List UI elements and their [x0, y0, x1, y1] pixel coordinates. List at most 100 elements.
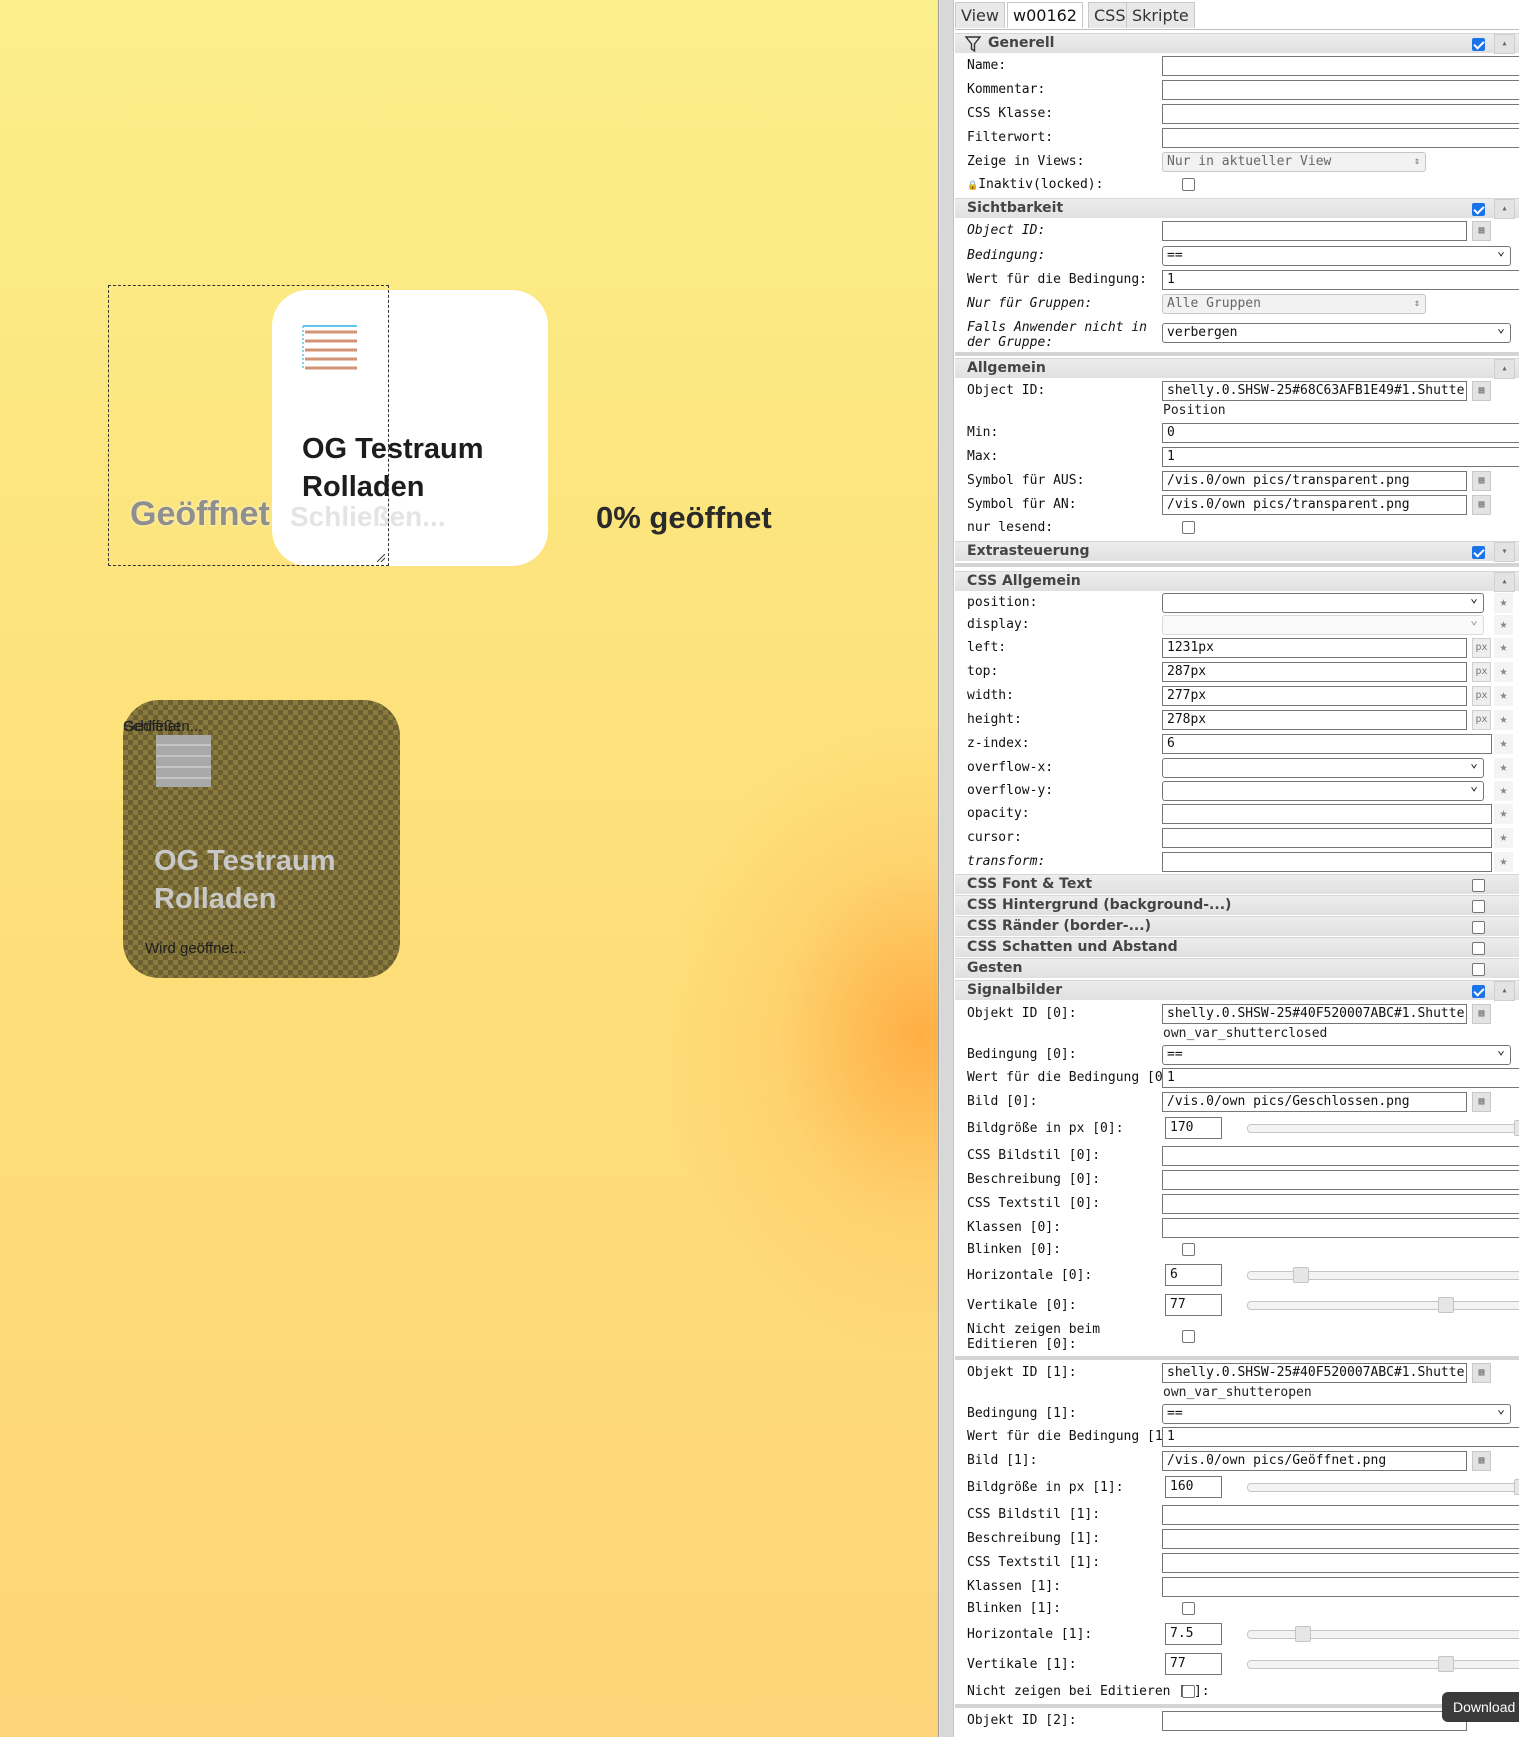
- max-input[interactable]: 1: [1162, 447, 1519, 467]
- s0-horiz-slider[interactable]: [1247, 1267, 1519, 1283]
- falls-select[interactable]: verbergen: [1162, 320, 1511, 343]
- group-sichtbarkeit[interactable]: Sichtbarkeit ▴: [955, 198, 1519, 219]
- group-checkbox[interactable]: [1472, 546, 1485, 559]
- s0-size-slider[interactable]: [1247, 1120, 1519, 1136]
- slider-knob[interactable]: [1514, 1479, 1519, 1495]
- s0-vert-slider[interactable]: [1247, 1297, 1519, 1313]
- kommentar-input[interactable]: [1162, 80, 1519, 100]
- group-checkbox[interactable]: [1472, 203, 1485, 216]
- star-icon[interactable]: ★: [1494, 804, 1513, 824]
- left-input[interactable]: 1231px: [1162, 638, 1467, 658]
- star-icon[interactable]: ★: [1494, 615, 1513, 635]
- s0-textstil-input[interactable]: [1162, 1194, 1519, 1214]
- s0-bildstil-input[interactable]: [1162, 1146, 1519, 1166]
- group-css-border[interactable]: CSS Ränder (border-...): [955, 916, 1519, 936]
- s0-horiz-input[interactable]: 6: [1165, 1264, 1222, 1286]
- top-input[interactable]: 287px: [1162, 662, 1467, 682]
- s1-vert-slider[interactable]: [1247, 1656, 1519, 1672]
- s1-horiz-slider[interactable]: [1247, 1626, 1519, 1642]
- s1-oid-input[interactable]: shelly.0.SHSW-25#40F520007ABC#1.Shutter.…: [1162, 1363, 1467, 1383]
- s0-wert-input[interactable]: 1: [1162, 1068, 1519, 1088]
- overflow-x-select[interactable]: [1162, 755, 1484, 778]
- overflow-y-select[interactable]: [1162, 778, 1484, 801]
- name-input[interactable]: [1162, 56, 1519, 76]
- s1-vert-input[interactable]: 77: [1165, 1653, 1222, 1675]
- file-picker-icon[interactable]: ▦: [1472, 1451, 1491, 1471]
- slider-knob[interactable]: [1438, 1656, 1454, 1672]
- opacity-input[interactable]: [1162, 804, 1492, 824]
- s1-blinken-checkbox[interactable]: [1182, 1602, 1195, 1615]
- star-icon[interactable]: ★: [1494, 781, 1513, 801]
- s0-oid-input[interactable]: shelly.0.SHSW-25#40F520007ABC#1.Shutter.…: [1162, 1004, 1467, 1024]
- s1-beschr-input[interactable]: [1162, 1529, 1519, 1549]
- object-id-input[interactable]: [1162, 221, 1467, 241]
- s0-blinken-checkbox[interactable]: [1182, 1243, 1195, 1256]
- tab-scripts[interactable]: Skripte: [1126, 2, 1195, 28]
- group-checkbox[interactable]: [1472, 38, 1485, 51]
- group-css-font[interactable]: CSS Font & Text: [955, 874, 1519, 894]
- collapse-icon[interactable]: ▴: [1494, 572, 1515, 592]
- transform-input[interactable]: [1162, 852, 1492, 872]
- css-klasse-input[interactable]: [1162, 104, 1519, 124]
- group-checkbox[interactable]: [1472, 921, 1485, 934]
- s0-bild-input[interactable]: /vis.0/own pics/Geschlossen.png: [1162, 1092, 1467, 1112]
- slider-knob[interactable]: [1295, 1626, 1311, 1642]
- s2-oid-input[interactable]: [1162, 1711, 1467, 1731]
- px-unit[interactable]: px: [1472, 686, 1491, 706]
- star-icon[interactable]: ★: [1494, 593, 1513, 613]
- id-picker-icon[interactable]: ▦: [1472, 1004, 1491, 1024]
- gruppen-select[interactable]: Alle Gruppen: [1162, 294, 1426, 314]
- group-checkbox[interactable]: [1472, 900, 1485, 913]
- star-icon[interactable]: ★: [1494, 758, 1513, 778]
- s0-bed-select[interactable]: ==: [1162, 1042, 1511, 1065]
- object-id-input[interactable]: shelly.0.SHSW-25#68C63AFB1E49#1.Shutter.…: [1162, 381, 1467, 401]
- group-extrasteuerung[interactable]: Extrasteuerung ▾: [955, 541, 1519, 562]
- group-css-allgemein[interactable]: CSS Allgemein ▴: [955, 571, 1519, 592]
- px-unit[interactable]: px: [1472, 710, 1491, 730]
- vis-canvas[interactable]: OG Testraum Rolladen Schließen... Geöffn…: [0, 0, 938, 1737]
- star-icon[interactable]: ★: [1494, 662, 1513, 682]
- group-allgemein[interactable]: Allgemein ▴: [955, 358, 1519, 379]
- width-input[interactable]: 277px: [1162, 686, 1467, 706]
- zeige-select[interactable]: Nur in aktueller View: [1162, 152, 1426, 172]
- min-input[interactable]: 0: [1162, 423, 1519, 443]
- slider-knob[interactable]: [1438, 1297, 1454, 1313]
- s1-nicht-checkbox[interactable]: [1182, 1685, 1195, 1698]
- s1-bed-select[interactable]: ==: [1162, 1401, 1511, 1424]
- slider-knob[interactable]: [1293, 1267, 1309, 1283]
- display-select[interactable]: [1162, 612, 1484, 635]
- px-unit[interactable]: px: [1472, 662, 1491, 682]
- s0-vert-input[interactable]: 77: [1165, 1294, 1222, 1316]
- height-input[interactable]: 278px: [1162, 710, 1467, 730]
- an-input[interactable]: /vis.0/own pics/transparent.png: [1162, 495, 1467, 515]
- s1-size-slider[interactable]: [1247, 1479, 1519, 1495]
- slider-knob[interactable]: [1514, 1120, 1519, 1136]
- group-signalbilder[interactable]: Signalbilder ▴: [955, 980, 1519, 1001]
- cursor-input[interactable]: [1162, 828, 1492, 848]
- aus-input[interactable]: /vis.0/own pics/transparent.png: [1162, 471, 1467, 491]
- file-picker-icon[interactable]: ▦: [1472, 471, 1491, 491]
- expand-icon[interactable]: ▾: [1494, 542, 1515, 562]
- selection-box[interactable]: [108, 285, 389, 566]
- s1-size-input[interactable]: 160: [1165, 1476, 1222, 1498]
- group-checkbox[interactable]: [1472, 963, 1485, 976]
- group-generell[interactable]: Generell ▴: [955, 33, 1519, 54]
- collapse-icon[interactable]: ▴: [1494, 34, 1515, 54]
- star-icon[interactable]: ★: [1494, 638, 1513, 658]
- s1-textstil-input[interactable]: [1162, 1553, 1519, 1573]
- s1-bild-input[interactable]: /vis.0/own pics/Geöffnet.png: [1162, 1451, 1467, 1471]
- collapse-icon[interactable]: ▴: [1494, 981, 1515, 1001]
- position-select[interactable]: [1162, 590, 1484, 613]
- group-gesten[interactable]: Gesten: [955, 958, 1519, 978]
- s1-wert-input[interactable]: 1: [1162, 1427, 1519, 1447]
- group-checkbox[interactable]: [1472, 879, 1485, 892]
- bedingung-select[interactable]: ==: [1162, 243, 1511, 266]
- panel-scrollbar[interactable]: [940, 0, 954, 1737]
- id-picker-icon[interactable]: ▦: [1472, 221, 1491, 241]
- star-icon[interactable]: ★: [1494, 710, 1513, 730]
- s1-bildstil-input[interactable]: [1162, 1505, 1519, 1525]
- star-icon[interactable]: ★: [1494, 828, 1513, 848]
- collapse-icon[interactable]: ▴: [1494, 199, 1515, 219]
- group-css-background[interactable]: CSS Hintergrund (background-...): [955, 895, 1519, 915]
- s0-size-input[interactable]: 170: [1165, 1117, 1222, 1139]
